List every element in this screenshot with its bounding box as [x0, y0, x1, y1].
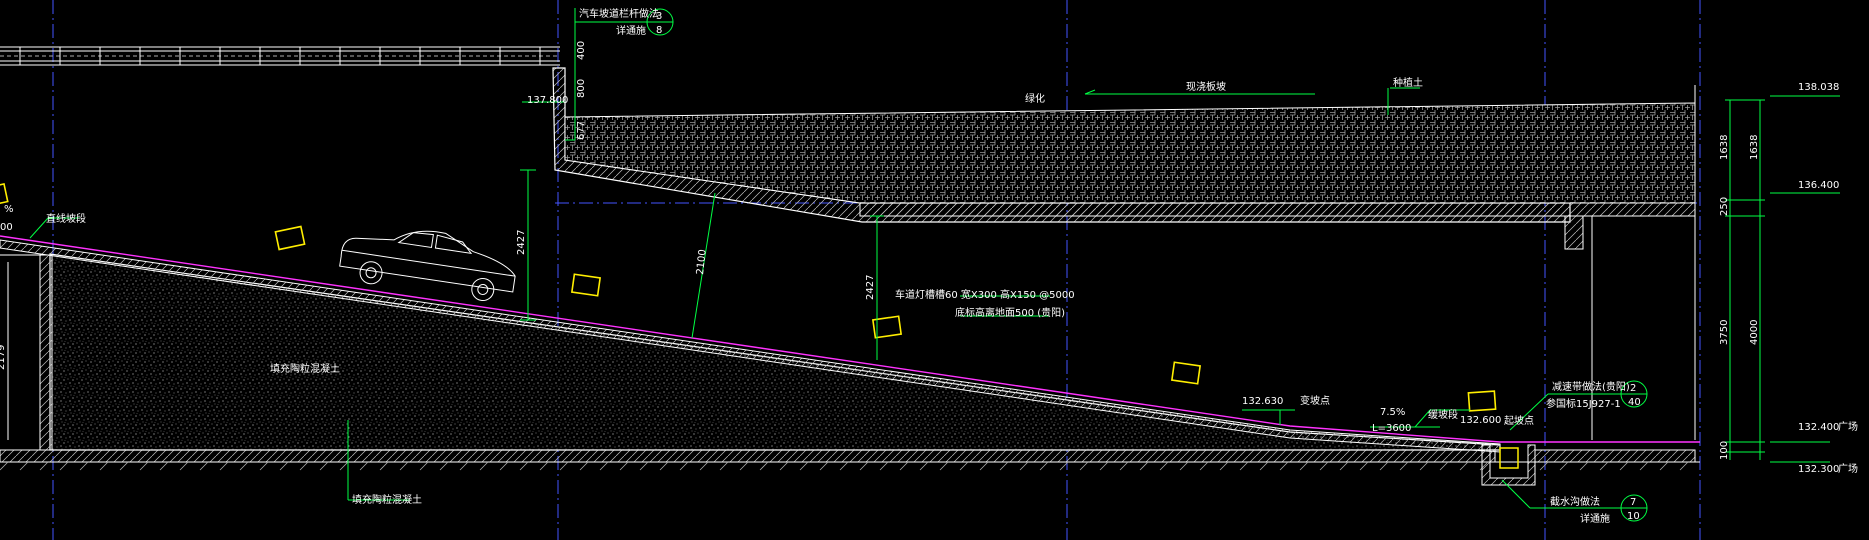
dim-left: 2179 [0, 345, 7, 370]
elevation-right-top: 138.038 [1798, 82, 1839, 93]
planting-soil-label: 种植土 [1393, 76, 1423, 89]
dim-r1638a: 1638 [1719, 135, 1730, 160]
slope-change-label: 变坡点 [1300, 394, 1330, 407]
beam-drop [1564, 215, 1584, 250]
light-slot-line1: 车道灯槽槽60 宽X300 高X150 @5000 [895, 288, 1075, 301]
car-slope-ref-num: 3 [656, 11, 662, 22]
dim-r3750: 3750 [1719, 320, 1730, 345]
pct-left: % [4, 204, 14, 215]
elevation-132630: 132.630 [1242, 396, 1283, 407]
slope-pct-label: 7.5% [1380, 407, 1405, 418]
car [339, 230, 516, 301]
elevation-137800: 137.800 [527, 95, 568, 106]
light-slot-line2: 底标高离地面500 (贵阳) [955, 306, 1065, 319]
drain-grate [1499, 447, 1519, 469]
dim-677: 677 [576, 121, 587, 140]
drain-num: 7 [1630, 497, 1636, 508]
dim-800: 800 [576, 79, 587, 98]
start-pt-label: 起坡点 [1504, 414, 1534, 427]
elevation-right-mid: 136.400 [1798, 180, 1839, 191]
slope-section-label: 直线坡段 [46, 212, 86, 225]
dim-r4000: 4000 [1749, 320, 1760, 345]
deceleration-num: 2 [1630, 383, 1636, 394]
car-slope-ref-label: 汽车坡道栏杆做法 [579, 7, 659, 20]
dim-2427b: 2427 [865, 275, 876, 300]
slope-seg-label: 缓坡段 [1428, 408, 1458, 421]
greening-label: 绿化 [1025, 92, 1045, 105]
dim-400: 400 [576, 41, 587, 60]
dim-r250: 250 [1719, 197, 1730, 216]
cast-in-place-label: 现浇板坡 [1186, 80, 1226, 93]
drain-ref-page: 详通施 [1580, 512, 1610, 525]
elevation-right-base-tag: 广场 [1838, 462, 1858, 475]
car-slope-ref-den: 8 [656, 25, 662, 36]
deceleration-ref2-label: 参国标15J927-1 [1546, 397, 1621, 410]
elevation-132600: 132.600 [1460, 415, 1501, 426]
base-slab [0, 449, 1496, 463]
dim-r1638b: 1638 [1749, 135, 1760, 160]
dim-2100: 2100 [695, 249, 709, 275]
car-slope-ref-page: 详通施 [616, 24, 646, 37]
right-dimension [1725, 95, 1840, 463]
fill-concrete-upper-label: 填充陶粒混凝土 [270, 362, 340, 375]
pct-left2: 00 [0, 222, 13, 233]
dim-2427a: 2427 [516, 230, 527, 255]
dim-r100: 100 [1719, 441, 1730, 460]
elevation-right-low: 132.400 [1798, 422, 1839, 433]
elevation-right-base: 132.300 [1798, 464, 1839, 475]
elevation-right-low-tag: 广场 [1838, 420, 1858, 433]
drain-den: 10 [1627, 511, 1640, 522]
fill-concrete-lower-label: 填充陶粒混凝土 [352, 493, 422, 506]
drain-trench [1481, 444, 1536, 486]
ground-hatch [0, 461, 1689, 471]
deceleration-den: 40 [1628, 397, 1641, 408]
drain-ref-label: 截水沟做法 [1550, 495, 1600, 508]
top-railing [0, 46, 560, 66]
roof-slab [859, 202, 1696, 217]
section-drawing: 汽车坡道栏杆做法 详通施 3 8 绿化 现浇板坡 种植土 直线坡段 填充陶粒混凝… [0, 0, 1858, 540]
slope-len-label: L=3600 [1372, 423, 1411, 434]
left-wall [39, 254, 53, 451]
deceleration-ref-label: 减速带做法(贵阳) [1552, 380, 1630, 393]
